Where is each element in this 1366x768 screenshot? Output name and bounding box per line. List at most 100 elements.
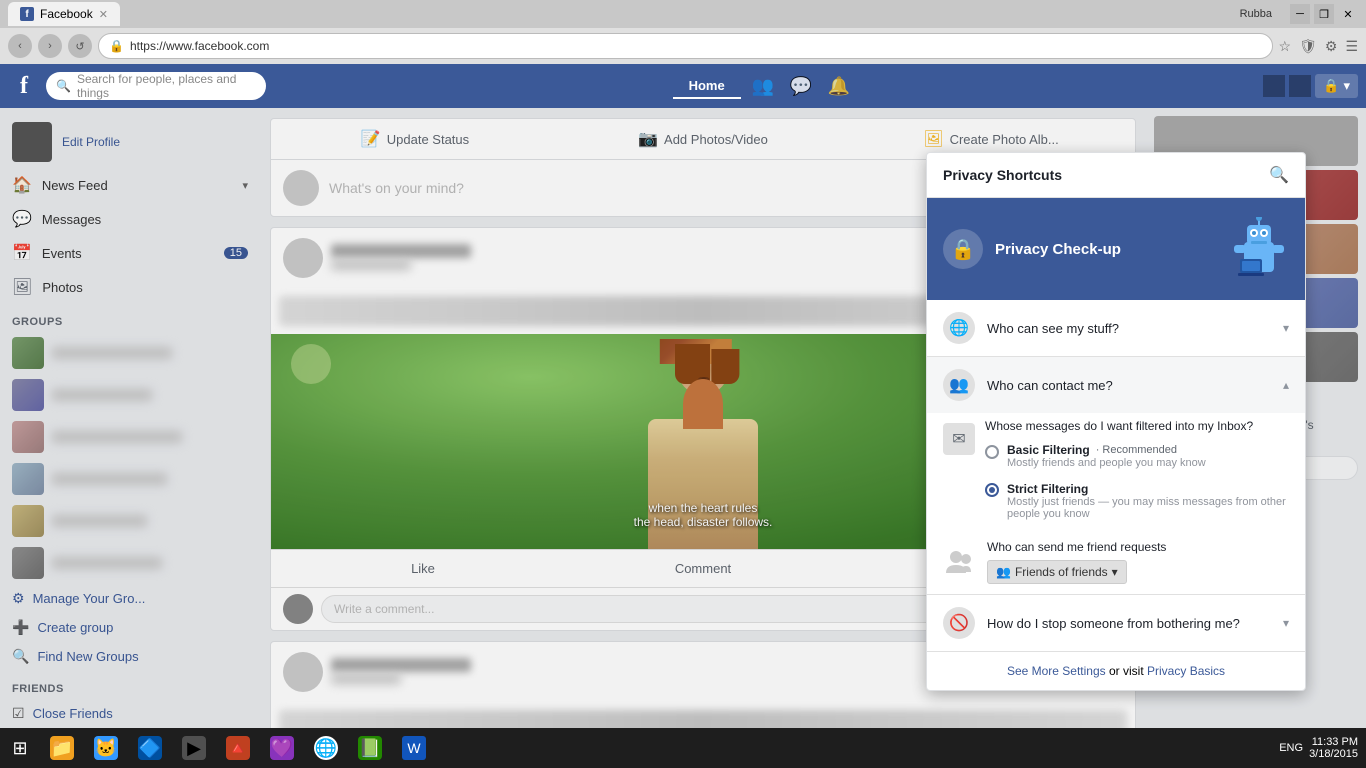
friends-of-friends-label: Friends of friends xyxy=(1015,565,1108,579)
basic-filter-radio[interactable] xyxy=(985,445,999,459)
taskbar-app6-icon: 📗 xyxy=(358,736,382,760)
chrome-icon: 🌐 xyxy=(314,736,338,760)
nav-center: Home 👥 💬 🔔 xyxy=(272,68,1257,104)
taskbar-app1-icon: 🐱 xyxy=(94,736,118,760)
nav-right: 🔒 ▾ xyxy=(1263,74,1358,98)
stop-someone-row[interactable]: 🚫 How do I stop someone from bothering m… xyxy=(927,595,1305,651)
basic-filter-option[interactable]: Basic Filtering · Recommended Mostly fri… xyxy=(985,439,1289,473)
who-can-see-label: Who can see my stuff? xyxy=(987,321,1271,336)
facebook-navbar: f 🔍 Search for people, places and things… xyxy=(0,64,1366,108)
menu-icon[interactable]: ☰ xyxy=(1345,38,1358,55)
privacy-search-icon[interactable]: 🔍 xyxy=(1269,165,1289,185)
globe-icon: 🌐 xyxy=(943,312,975,344)
who-can-contact-label: Who can contact me? xyxy=(987,378,1271,393)
taskbar-icon-chrome[interactable]: 🌐 xyxy=(304,728,348,768)
friends-of-friends-button[interactable]: 👥 Friends of friends ▾ xyxy=(987,560,1127,584)
privacy-dropdown-arrow: ▾ xyxy=(1343,78,1350,94)
basic-filter-recommended: · Recommended xyxy=(1096,444,1177,456)
taskbar-icon-3[interactable]: ▶ xyxy=(172,728,216,768)
close-button[interactable]: ✕ xyxy=(1338,4,1358,24)
privacy-section-3: 🚫 How do I stop someone from bothering m… xyxy=(927,595,1305,652)
privacy-shortcuts-button[interactable]: 🔒 ▾ xyxy=(1315,74,1358,98)
window-controls: ─ ❐ ✕ xyxy=(1290,4,1358,24)
taskbar-icon-file-manager[interactable]: 📁 xyxy=(40,728,84,768)
shield-icon[interactable]: 🛡 xyxy=(1299,38,1317,55)
basic-filter-label: Basic Filtering xyxy=(1007,443,1090,457)
privacy-robot-graphic xyxy=(1229,214,1289,284)
messages-nav-icon[interactable]: 💬 xyxy=(783,68,819,104)
fb-favicon-icon: f xyxy=(20,7,34,21)
browser-tab[interactable]: f Facebook ✕ xyxy=(8,2,120,26)
search-icon: 🔍 xyxy=(56,79,71,93)
extensions-icon[interactable]: ⚙ xyxy=(1325,38,1338,55)
who-can-contact-row[interactable]: 👥 Who can contact me? ▴ xyxy=(927,357,1305,413)
search-placeholder-text: Search for people, places and things xyxy=(77,72,256,100)
messages-icon: 💬 xyxy=(789,76,811,97)
notifications-icon: 🔔 xyxy=(827,76,849,97)
search-bar[interactable]: 🔍 Search for people, places and things xyxy=(46,72,266,100)
taskbar-icon-word[interactable]: W xyxy=(392,728,436,768)
strict-filter-radio[interactable] xyxy=(985,483,999,497)
friend-request-row: Who can send me friend requests 👥 Friend… xyxy=(927,530,1305,594)
basic-filter-desc: Mostly friends and people you may know xyxy=(1007,457,1206,469)
restore-button[interactable]: ❐ xyxy=(1314,4,1334,24)
friends-of-friends-arrow: ▾ xyxy=(1112,565,1118,579)
main-content: Edit Profile 🏠 News Feed ▾ 💬 Messages 📅 … xyxy=(0,108,1366,768)
message-filter-row: ✉ Whose messages do I want filtered into… xyxy=(927,413,1305,530)
taskbar-icon-1[interactable]: 🐱 xyxy=(84,728,128,768)
tab-close-button[interactable]: ✕ xyxy=(99,8,108,21)
file-manager-icon: 📁 xyxy=(50,736,74,760)
privacy-dropdown-header: Privacy Shortcuts 🔍 xyxy=(927,153,1305,198)
bookmark-icon[interactable]: ☆ xyxy=(1279,38,1292,55)
taskbar-icon-4[interactable]: 🔺 xyxy=(216,728,260,768)
taskbar-date: 3/18/2015 xyxy=(1309,748,1358,760)
window-user: Rubba xyxy=(1232,8,1280,20)
home-nav-button[interactable]: Home xyxy=(673,74,741,99)
friend-request-icon xyxy=(943,546,975,578)
word-icon: W xyxy=(402,736,426,760)
section1-arrow: ▾ xyxy=(1283,321,1289,335)
friends-of-friends-icon: 👥 xyxy=(996,565,1011,579)
start-button[interactable]: ⊞ xyxy=(0,728,40,768)
friends-nav-icon[interactable]: 👥 xyxy=(745,68,781,104)
see-more-settings-link[interactable]: See More Settings xyxy=(1007,664,1106,678)
privacy-section-1: 🌐 Who can see my stuff? ▾ xyxy=(927,300,1305,357)
strict-filter-option[interactable]: Strict Filtering Mostly just friends — y… xyxy=(985,477,1289,524)
minimize-button[interactable]: ─ xyxy=(1290,4,1310,24)
browser-title-bar: f Facebook ✕ Rubba ─ ❐ ✕ xyxy=(0,0,1366,28)
taskbar-time: 11:33 PM xyxy=(1309,736,1358,748)
notifications-nav-icon[interactable]: 🔔 xyxy=(821,68,857,104)
taskbar-icon-6[interactable]: 📗 xyxy=(348,728,392,768)
stop-someone-label: How do I stop someone from bothering me? xyxy=(987,616,1271,631)
taskbar-app4-icon: 🔺 xyxy=(226,736,250,760)
envelope-icon: ✉ xyxy=(943,423,975,455)
friend-request-label: Who can send me friend requests xyxy=(987,540,1289,554)
privacy-checkup-label: Privacy Check-up xyxy=(995,241,1217,258)
forward-button[interactable]: › xyxy=(38,34,62,58)
lock-privacy-icon: 🔒 xyxy=(1323,78,1339,94)
privacy-section-2: 👥 Who can contact me? ▴ ✉ Whose messages… xyxy=(927,357,1305,595)
footer-or-text: or visit xyxy=(1109,664,1147,678)
taskbar-right: ENG 11:33 PM 3/18/2015 xyxy=(1279,736,1366,760)
stop-icon: 🚫 xyxy=(943,607,975,639)
privacy-checkup-banner[interactable]: 🔒 Privacy Check-up xyxy=(927,198,1305,300)
filter-options: Whose messages do I want filtered into m… xyxy=(985,419,1289,524)
back-button[interactable]: ‹ xyxy=(8,34,32,58)
privacy-shortcuts-dropdown: Privacy Shortcuts 🔍 🔒 Privacy Check-up xyxy=(926,152,1306,691)
who-can-see-row[interactable]: 🌐 Who can see my stuff? ▾ xyxy=(927,300,1305,356)
taskbar-time-display: 11:33 PM 3/18/2015 xyxy=(1309,736,1358,760)
privacy-dropdown-title: Privacy Shortcuts xyxy=(943,167,1062,183)
strict-filter-radio-inner xyxy=(989,487,995,493)
privacy-lock-icon: 🔒 xyxy=(943,229,983,269)
taskbar: ⊞ 📁 🐱 🔷 ▶ 🔺 💜 🌐 📗 W ENG 1 xyxy=(0,728,1366,768)
taskbar-icons: 📁 🐱 🔷 ▶ 🔺 💜 🌐 📗 W xyxy=(40,728,436,768)
url-text: https://www.facebook.com xyxy=(130,39,269,53)
nav-icon-group: 👥 💬 🔔 xyxy=(745,68,857,104)
address-bar[interactable]: 🔒 https://www.facebook.com xyxy=(98,33,1273,59)
taskbar-icon-2[interactable]: 🔷 xyxy=(128,728,172,768)
taskbar-icon-5[interactable]: 💜 xyxy=(260,728,304,768)
privacy-basics-link[interactable]: Privacy Basics xyxy=(1147,664,1225,678)
reload-button[interactable]: ↺ xyxy=(68,34,92,58)
filter-question: Whose messages do I want filtered into m… xyxy=(985,419,1289,433)
browser-controls: ‹ › ↺ 🔒 https://www.facebook.com ☆ 🛡 ⚙ ☰ xyxy=(0,28,1366,64)
